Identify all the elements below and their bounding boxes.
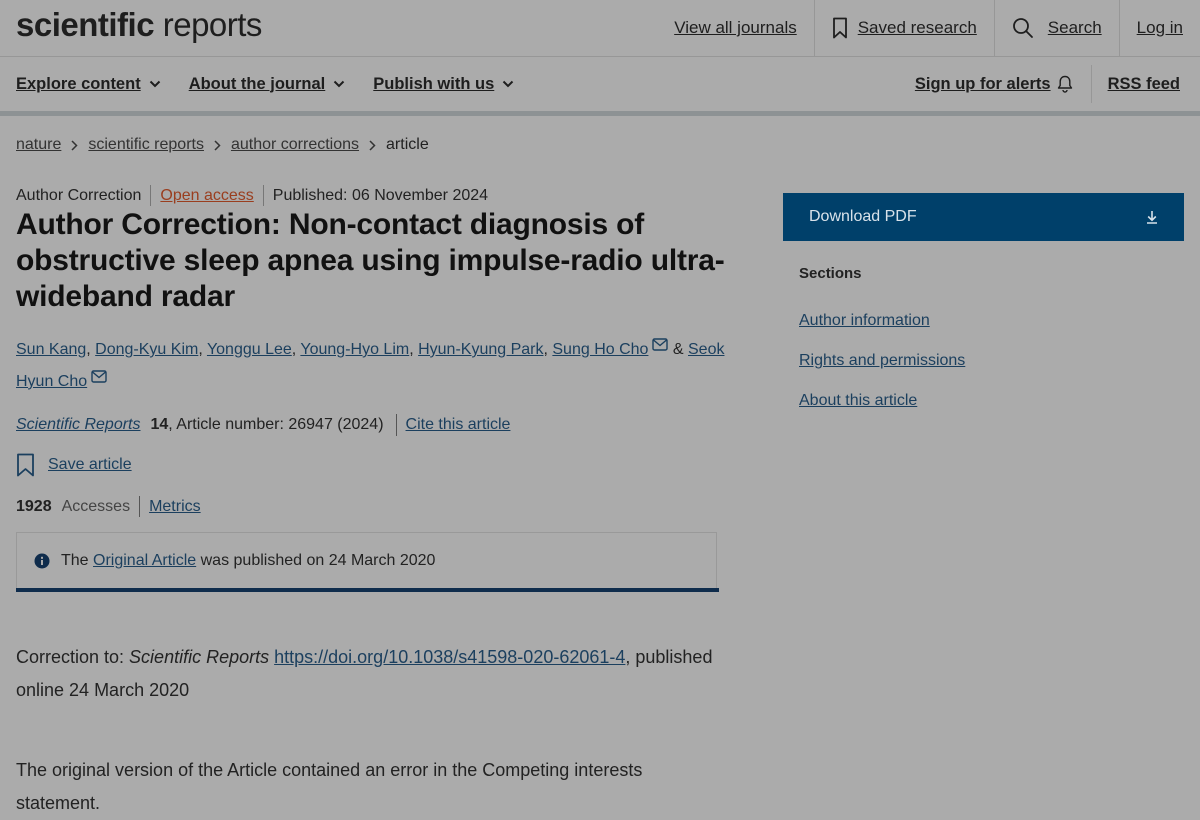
header-nav: View all journals Saved research Search … — [657, 0, 1200, 56]
author-link[interactable]: Dong-Kyu Kim — [95, 341, 198, 358]
article-number: , Article number: 26947 (2024) — [168, 416, 384, 433]
meta-divider — [262, 185, 264, 206]
doi-link[interactable]: https://doi.org/10.1038/s41598-020-62061… — [274, 647, 625, 667]
accesses-label: Accesses — [61, 497, 131, 515]
author-link[interactable]: Hyun-Kyung Park — [418, 341, 543, 358]
section-link-rights-permissions[interactable]: Rights and permissions — [799, 349, 965, 372]
login-link[interactable]: Log in — [1118, 0, 1200, 56]
search-link[interactable]: Search — [993, 0, 1119, 56]
author-separator: , — [409, 341, 419, 358]
download-pdf-button[interactable]: Download PDF — [783, 193, 1184, 241]
journal-link[interactable]: Scientific Reports — [16, 416, 141, 434]
chevron-down-icon — [334, 80, 345, 88]
author-separator: , — [86, 341, 96, 358]
cite-this-article-link[interactable]: Cite this article — [406, 416, 511, 434]
view-all-journals-link[interactable]: View all journals — [657, 0, 814, 56]
section-link-author-information[interactable]: Author information — [799, 309, 965, 332]
save-article-button[interactable]: Save article — [16, 453, 132, 477]
metrics-link[interactable]: Metrics — [149, 498, 201, 516]
author-link[interactable]: Young-Hyo Lim — [300, 341, 409, 358]
rss-feed-link[interactable]: RSS feed — [1108, 75, 1180, 94]
breadcrumb-nature[interactable]: nature — [16, 136, 61, 154]
search-icon — [1012, 18, 1033, 38]
journal-nav: Explore content About the journal Publis… — [0, 57, 1200, 111]
metrics-divider — [139, 496, 141, 517]
chevron-right-icon — [214, 139, 221, 151]
saved-research-link[interactable]: Saved research — [813, 0, 994, 56]
site-logo[interactable]: scientific reports — [16, 6, 262, 44]
bell-icon — [1057, 75, 1072, 93]
author-list: Sun Kang, Dong-Kyu Kim, Yonggu Lee, Youn… — [16, 334, 726, 398]
breadcrumb-current: article — [386, 136, 429, 153]
author-link[interactable]: Yonggu Lee — [207, 341, 292, 358]
author-link[interactable]: Sun Kang — [16, 341, 86, 358]
download-icon — [1147, 211, 1157, 224]
author-link[interactable]: Sung Ho Cho — [552, 341, 648, 358]
nav-divider — [1090, 65, 1092, 103]
breadcrumb: nature scientific reports author correct… — [16, 136, 429, 154]
site-header: scientific reports View all journals Sav… — [0, 0, 1200, 57]
notice-text: The Original Article was published on 24… — [61, 551, 436, 569]
email-icon[interactable] — [91, 370, 107, 383]
email-icon[interactable] — [652, 338, 669, 351]
meta-divider — [150, 185, 152, 206]
author-separator: & — [668, 341, 688, 358]
chevron-right-icon — [369, 139, 376, 151]
original-article-link[interactable]: Original Article — [93, 552, 196, 569]
citation-divider — [395, 414, 397, 436]
notice-accent-bar — [16, 588, 719, 592]
bookmark-icon — [17, 453, 34, 477]
original-article-notice: The Original Article was published on 24… — [16, 532, 717, 588]
download-pdf-label: Download PDF — [809, 208, 917, 225]
article-type: Author Correction — [16, 186, 142, 204]
published-date: Published: 06 November 2024 — [272, 186, 489, 204]
correction-paragraph: Correction to: Scientific Reports https:… — [16, 647, 713, 700]
sections-heading: Sections — [799, 265, 862, 282]
bookmark-icon — [832, 17, 847, 39]
citation-line: Scientific Reports 14 , Article number: … — [16, 414, 510, 436]
chevron-down-icon — [503, 80, 514, 88]
article-title: Author Correction: Non-contact diagnosis… — [16, 208, 725, 313]
publish-with-us-menu[interactable]: Publish with us — [373, 75, 514, 94]
about-journal-menu[interactable]: About the journal — [189, 75, 346, 94]
breadcrumb-scientific-reports[interactable]: scientific reports — [88, 136, 204, 154]
info-icon — [34, 553, 50, 568]
accesses-count: 1928 — [16, 497, 52, 515]
sections-list: Author information Rights and permission… — [799, 309, 965, 429]
sign-up-alerts-link[interactable]: Sign up for alerts — [915, 75, 1073, 94]
volume: 14 — [150, 416, 169, 433]
nav-bottom-bar — [0, 111, 1200, 116]
breadcrumb-author-corrections[interactable]: author corrections — [231, 136, 359, 154]
open-access-link[interactable]: Open access — [160, 187, 253, 205]
explore-content-menu[interactable]: Explore content — [16, 75, 161, 94]
body-paragraph: The original version of the Article cont… — [16, 760, 643, 813]
chevron-down-icon — [149, 80, 160, 88]
section-link-about-article[interactable]: About this article — [799, 389, 965, 412]
save-article-label: Save article — [48, 456, 132, 473]
article-metrics: 1928 Accesses Metrics — [16, 496, 201, 517]
author-separator: , — [198, 341, 207, 358]
article-meta: Author Correction Open access Published:… — [16, 185, 488, 206]
chevron-right-icon — [71, 139, 78, 151]
